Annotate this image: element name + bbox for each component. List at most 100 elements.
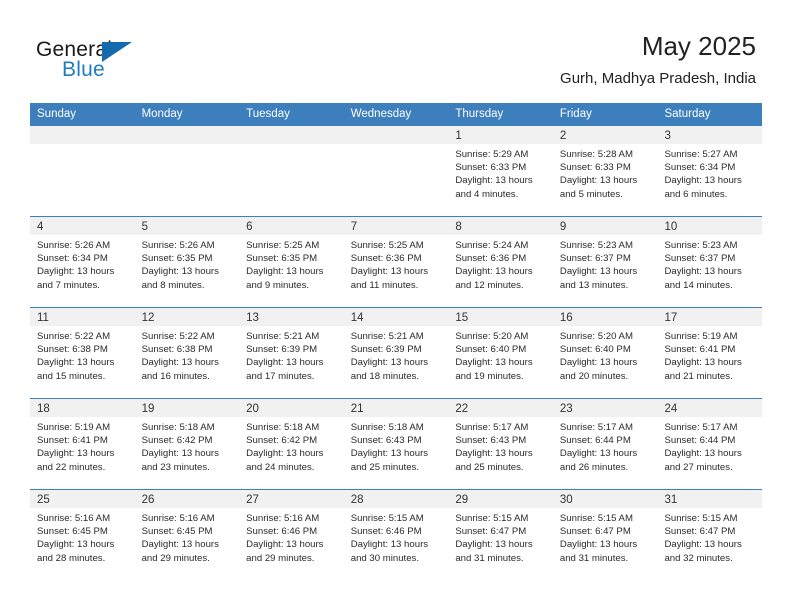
day-details: Sunrise: 5:20 AM Sunset: 6:40 PM Dayligh…	[553, 326, 658, 383]
day-number-bar: 5	[134, 217, 240, 235]
day-cell[interactable]: 9 Sunrise: 5:23 AM Sunset: 6:37 PM Dayli…	[552, 217, 658, 307]
day-cell[interactable]: 30 Sunrise: 5:15 AM Sunset: 6:47 PM Dayl…	[552, 490, 658, 580]
day-cell[interactable]: 28 Sunrise: 5:15 AM Sunset: 6:46 PM Dayl…	[343, 490, 449, 580]
day-cell[interactable]	[343, 126, 449, 216]
daylight-text-line2: and 18 minutes.	[350, 370, 420, 382]
sunset-text: Sunset: 6:34 PM	[37, 253, 108, 265]
day-number-bar: 24	[657, 399, 763, 417]
day-cell[interactable]: 17 Sunrise: 5:19 AM Sunset: 6:41 PM Dayl…	[657, 308, 763, 398]
day-cell[interactable]	[30, 126, 135, 216]
page-header: General Blue May 2025 Gurh, Madhya Prade…	[0, 0, 792, 102]
daylight-text-line1: Daylight: 13 hours	[455, 448, 533, 460]
day-cell[interactable]	[239, 126, 344, 216]
daylight-text-line1: Daylight: 13 hours	[37, 448, 115, 460]
daylight-text-line2: and 13 minutes.	[559, 279, 629, 291]
sunset-text: Sunset: 6:39 PM	[350, 344, 422, 356]
calendar-page: General Blue May 2025 Gurh, Madhya Prade…	[0, 0, 792, 612]
day-details	[30, 144, 135, 148]
day-number-bar: 15	[448, 308, 553, 326]
day-cell[interactable]: 10 Sunrise: 5:23 AM Sunset: 6:37 PM Dayl…	[657, 217, 763, 307]
sunrise-text: Sunrise: 5:21 AM	[350, 331, 424, 342]
day-cell[interactable]: 13 Sunrise: 5:21 AM Sunset: 6:39 PM Dayl…	[239, 308, 344, 398]
day-cell[interactable]	[134, 126, 240, 216]
sunset-text: Sunset: 6:46 PM	[350, 526, 422, 538]
day-cell[interactable]: 21 Sunrise: 5:18 AM Sunset: 6:43 PM Dayl…	[343, 399, 449, 489]
sunrise-text: Sunrise: 5:22 AM	[37, 331, 111, 342]
day-number-bar: 23	[552, 399, 658, 417]
day-cell[interactable]: 3 Sunrise: 5:27 AM Sunset: 6:34 PM Dayli…	[657, 126, 763, 216]
day-number-bar: 2	[552, 126, 658, 144]
sunset-text: Sunset: 6:38 PM	[37, 344, 108, 356]
day-cell[interactable]: 31 Sunrise: 5:15 AM Sunset: 6:47 PM Dayl…	[657, 490, 763, 580]
day-number-bar: 26	[134, 490, 240, 508]
day-details: Sunrise: 5:20 AM Sunset: 6:40 PM Dayligh…	[448, 326, 553, 383]
title-block: May 2025 Gurh, Madhya Pradesh, India	[560, 30, 756, 90]
daylight-text-line1: Daylight: 13 hours	[246, 448, 324, 460]
day-cell[interactable]: 19 Sunrise: 5:18 AM Sunset: 6:42 PM Dayl…	[134, 399, 240, 489]
sunrise-text: Sunrise: 5:22 AM	[141, 331, 215, 342]
sunset-text: Sunset: 6:45 PM	[141, 526, 213, 538]
sunrise-text: Sunrise: 5:17 AM	[559, 422, 633, 433]
day-number-bar: 30	[552, 490, 658, 508]
sunrise-text: Sunrise: 5:23 AM	[664, 240, 738, 251]
day-number: 18	[37, 403, 50, 415]
sunset-text: Sunset: 6:38 PM	[141, 344, 213, 356]
day-number: 27	[246, 494, 259, 506]
day-number-bar: 22	[448, 399, 553, 417]
day-cell[interactable]: 27 Sunrise: 5:16 AM Sunset: 6:46 PM Dayl…	[239, 490, 344, 580]
day-number-bar: 31	[657, 490, 763, 508]
daylight-text-line2: and 28 minutes.	[37, 552, 106, 564]
day-number-bar: 3	[657, 126, 763, 144]
day-cell[interactable]: 25 Sunrise: 5:16 AM Sunset: 6:45 PM Dayl…	[30, 490, 135, 580]
day-cell[interactable]: 1 Sunrise: 5:29 AM Sunset: 6:33 PM Dayli…	[448, 126, 553, 216]
day-details: Sunrise: 5:25 AM Sunset: 6:36 PM Dayligh…	[344, 235, 449, 292]
day-cell[interactable]: 11 Sunrise: 5:22 AM Sunset: 6:38 PM Dayl…	[30, 308, 135, 398]
daylight-text-line1: Daylight: 13 hours	[664, 357, 742, 369]
day-details: Sunrise: 5:15 AM Sunset: 6:47 PM Dayligh…	[657, 508, 762, 565]
day-number: 19	[141, 403, 155, 415]
daylight-text-line1: Daylight: 13 hours	[455, 266, 533, 278]
day-cell[interactable]: 5 Sunrise: 5:26 AM Sunset: 6:35 PM Dayli…	[134, 217, 240, 307]
sunset-text: Sunset: 6:33 PM	[559, 162, 631, 174]
day-number: 9	[559, 221, 567, 233]
day-number: 26	[141, 494, 155, 506]
day-number: 5	[141, 221, 148, 233]
day-cell[interactable]: 29 Sunrise: 5:15 AM Sunset: 6:47 PM Dayl…	[448, 490, 553, 580]
day-cell[interactable]: 23 Sunrise: 5:17 AM Sunset: 6:44 PM Dayl…	[552, 399, 658, 489]
day-cell[interactable]: 6 Sunrise: 5:25 AM Sunset: 6:35 PM Dayli…	[239, 217, 344, 307]
brand-logo[interactable]: General Blue	[36, 38, 216, 84]
day-number: 7	[350, 221, 358, 233]
day-cell[interactable]: 16 Sunrise: 5:20 AM Sunset: 6:40 PM Dayl…	[552, 308, 658, 398]
day-number-bar: 16	[552, 308, 658, 326]
day-cell[interactable]: 15 Sunrise: 5:20 AM Sunset: 6:40 PM Dayl…	[448, 308, 553, 398]
daylight-text-line1: Daylight: 13 hours	[559, 448, 638, 460]
day-cell[interactable]: 22 Sunrise: 5:17 AM Sunset: 6:43 PM Dayl…	[448, 399, 553, 489]
day-cell[interactable]: 20 Sunrise: 5:18 AM Sunset: 6:42 PM Dayl…	[239, 399, 344, 489]
day-cell[interactable]: 18 Sunrise: 5:19 AM Sunset: 6:41 PM Dayl…	[30, 399, 135, 489]
day-cell[interactable]: 26 Sunrise: 5:16 AM Sunset: 6:45 PM Dayl…	[134, 490, 240, 580]
day-cell[interactable]: 12 Sunrise: 5:22 AM Sunset: 6:38 PM Dayl…	[134, 308, 240, 398]
day-details	[239, 144, 344, 148]
day-cell[interactable]: 4 Sunrise: 5:26 AM Sunset: 6:34 PM Dayli…	[30, 217, 135, 307]
day-details	[344, 144, 449, 148]
day-cell[interactable]: 7 Sunrise: 5:25 AM Sunset: 6:36 PM Dayli…	[343, 217, 449, 307]
sunset-text: Sunset: 6:41 PM	[664, 344, 736, 356]
day-cell[interactable]: 24 Sunrise: 5:17 AM Sunset: 6:44 PM Dayl…	[657, 399, 763, 489]
day-number: 1	[455, 130, 462, 142]
sunset-text: Sunset: 6:44 PM	[664, 435, 736, 447]
day-number-bar: 27	[239, 490, 344, 508]
day-number-bar: 25	[30, 490, 135, 508]
sunrise-text: Sunrise: 5:18 AM	[350, 422, 424, 433]
daylight-text-line2: and 14 minutes.	[664, 279, 733, 291]
day-number: 17	[664, 312, 678, 324]
daylight-text-line1: Daylight: 13 hours	[664, 539, 742, 551]
day-cell[interactable]: 8 Sunrise: 5:24 AM Sunset: 6:36 PM Dayli…	[448, 217, 553, 307]
daylight-text-line1: Daylight: 13 hours	[350, 357, 429, 369]
day-number-bar: 11	[30, 308, 135, 326]
sunset-text: Sunset: 6:43 PM	[455, 435, 527, 447]
day-number-bar: 20	[239, 399, 344, 417]
calendar-week-row: 18 Sunrise: 5:19 AM Sunset: 6:41 PM Dayl…	[30, 398, 763, 489]
day-cell[interactable]: 2 Sunrise: 5:28 AM Sunset: 6:33 PM Dayli…	[552, 126, 658, 216]
sunrise-text: Sunrise: 5:26 AM	[37, 240, 111, 251]
day-cell[interactable]: 14 Sunrise: 5:21 AM Sunset: 6:39 PM Dayl…	[343, 308, 449, 398]
